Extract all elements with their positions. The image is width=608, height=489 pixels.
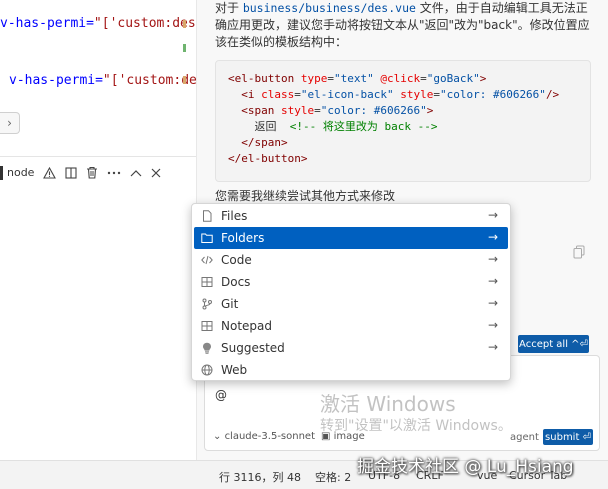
menu-item-code[interactable]: Code → xyxy=(194,249,508,271)
menu-item-label: Docs xyxy=(221,275,251,289)
close-icon[interactable] xyxy=(151,168,161,178)
folder-icon xyxy=(201,233,213,243)
arrow-right-icon: → xyxy=(487,208,498,222)
input-value: @ xyxy=(215,388,227,402)
code-value: "['custom:des xyxy=(93,16,196,31)
code-block-line: </span> xyxy=(241,136,288,149)
chevron-up-icon[interactable] xyxy=(130,169,142,177)
menu-item-label: Files xyxy=(221,209,248,223)
arrow-right-icon: → xyxy=(487,296,498,310)
chevron-right-icon: › xyxy=(7,116,12,130)
diff-marker xyxy=(183,76,186,84)
arrow-right-icon: → xyxy=(487,340,498,354)
more-options-icon[interactable] xyxy=(107,171,121,175)
terminal-panel[interactable] xyxy=(0,188,196,460)
code-block-line: </el-button> xyxy=(228,152,308,165)
menu-item-label: Code xyxy=(221,253,252,267)
file-path: business/business/des.vue xyxy=(242,1,416,15)
cursor-position[interactable]: 行 3116，列 48 xyxy=(219,469,301,485)
arrow-right-icon: → xyxy=(487,318,498,332)
menu-item-label: Git xyxy=(221,297,239,311)
terminal-toolbar: node xyxy=(0,156,196,188)
copy-icon[interactable] xyxy=(573,244,585,259)
menu-item-notepad[interactable]: Notepad → xyxy=(194,315,508,337)
site-watermark: 掘金技术社区 @ Lu_Hsiang xyxy=(357,457,574,477)
arrow-right-icon: → xyxy=(487,274,498,288)
submit-button[interactable]: submit ⏎ xyxy=(543,429,593,445)
globe-icon xyxy=(201,364,213,376)
activation-watermark-subtitle: 转到"设置"以激活 Windows。 xyxy=(320,418,512,434)
followup-text: 您需要我继续尝试其他方式来修改 xyxy=(215,189,396,203)
code-attr: v-has-permi= xyxy=(9,73,103,88)
code-line: v-has-permi="['custom:des xyxy=(9,73,196,88)
code-editor[interactable]: v-has-permi="['custom:des v-has-permi="[… xyxy=(0,0,196,156)
split-terminal-icon[interactable] xyxy=(65,166,78,179)
selection-indicator xyxy=(0,165,3,180)
trash-icon[interactable] xyxy=(86,166,98,179)
docs-icon xyxy=(201,277,213,287)
menu-item-label: Notepad xyxy=(221,319,272,333)
message-text: 对于 xyxy=(215,1,243,15)
code-block-line: <span style="color: #606266"> xyxy=(241,104,434,117)
arrow-right-icon: → xyxy=(487,230,498,244)
model-selector[interactable]: ⌄ claude-3.5-sonnet xyxy=(213,431,315,442)
mention-menu: Files → Folders → Code → Docs → Git → No… xyxy=(191,203,511,381)
warning-icon[interactable] xyxy=(43,166,57,179)
menu-item-label: Folders xyxy=(221,231,265,245)
terminal-node-tab[interactable]: node xyxy=(7,166,34,179)
code-block-line: 返回 <!-- 将这里改为 back --> xyxy=(228,120,438,133)
model-name: claude-3.5-sonnet xyxy=(224,431,316,442)
code-attr: v-has-permi= xyxy=(0,16,94,31)
code-block-line: <i class="el-icon-back" style="color: #6… xyxy=(241,88,560,101)
notepad-icon xyxy=(201,321,213,331)
menu-item-label: Web xyxy=(221,363,248,377)
activation-watermark-title: 激活 Windows xyxy=(320,392,456,416)
menu-item-web[interactable]: Web xyxy=(194,359,508,381)
lightbulb-icon xyxy=(203,342,211,354)
terminal-label: node xyxy=(7,166,35,179)
menu-item-git[interactable]: Git → xyxy=(194,293,508,315)
code-line: v-has-permi="['custom:des xyxy=(0,16,196,31)
file-icon xyxy=(203,210,212,222)
arrow-right-icon: → xyxy=(487,252,498,266)
menu-item-folders[interactable]: Folders → xyxy=(194,227,508,249)
menu-item-suggested[interactable]: Suggested → xyxy=(194,337,508,359)
indentation[interactable]: 空格: 2 xyxy=(315,469,351,485)
menu-item-label: Suggested xyxy=(221,341,285,355)
menu-item-docs[interactable]: Docs → xyxy=(194,271,508,293)
diff-marker xyxy=(183,44,186,52)
accept-all-button[interactable]: Accept all ^⏎ xyxy=(518,335,589,353)
code-block-line: <el-button type="text" @click="goBack"> xyxy=(228,72,487,85)
assistant-message: 对于 business/business/des.vue 文件，由于自动编辑工具… xyxy=(215,0,595,51)
expand-panel-button[interactable]: › xyxy=(0,112,20,134)
code-icon xyxy=(201,255,213,265)
menu-item-files[interactable]: Files → xyxy=(194,205,508,227)
git-icon xyxy=(202,298,212,310)
mode-label[interactable]: agent xyxy=(510,432,539,443)
code-block: <el-button type="text" @click="goBack"> … xyxy=(215,60,591,182)
diff-marker xyxy=(183,20,186,28)
